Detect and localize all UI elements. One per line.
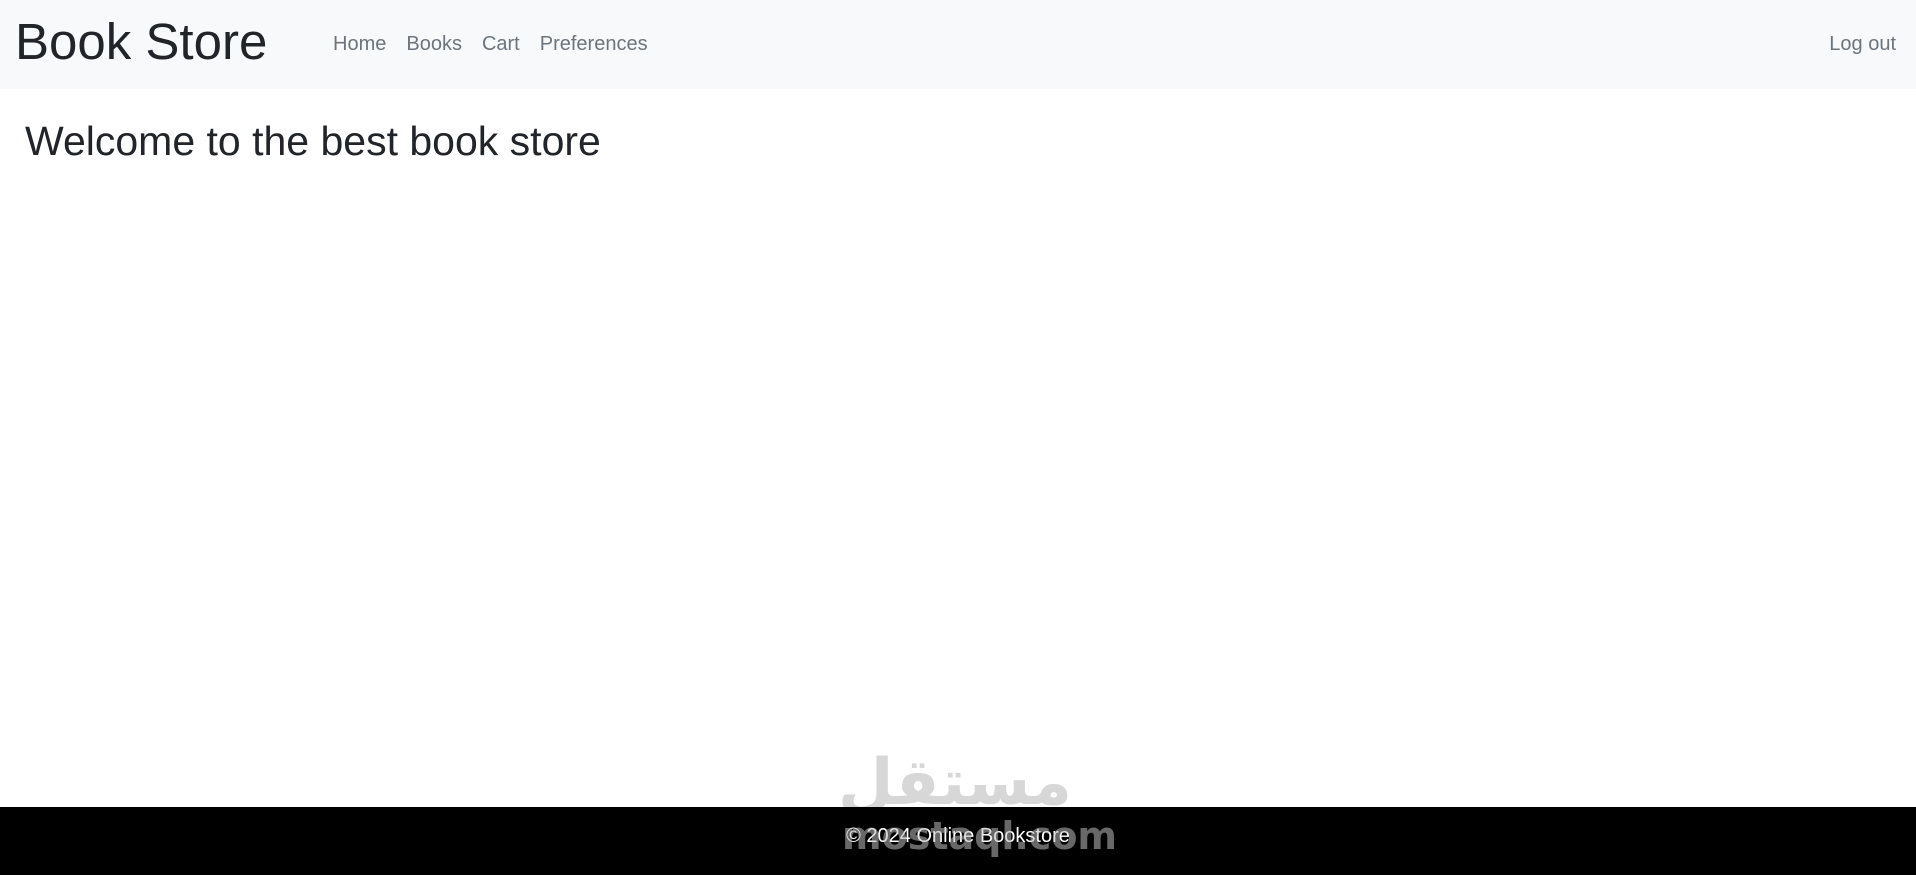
- top-navbar: Book Store Home Books Cart Preferences L…: [0, 0, 1916, 89]
- footer: © 2024 Online Bookstore: [0, 807, 1916, 875]
- page-title: Welcome to the best book store: [25, 118, 601, 164]
- nav-link-preferences[interactable]: Preferences: [540, 30, 648, 58]
- brand-link[interactable]: Book Store: [15, 11, 267, 73]
- nav-link-cart[interactable]: Cart: [482, 30, 520, 58]
- nav-links: Home Books Cart Preferences: [333, 30, 648, 58]
- logout-link[interactable]: Log out: [1829, 30, 1896, 58]
- footer-copyright: © 2024 Online Bookstore: [846, 825, 1070, 847]
- page: Book Store Home Books Cart Preferences L…: [0, 0, 1916, 875]
- nav-link-books[interactable]: Books: [406, 30, 462, 58]
- nav-link-home[interactable]: Home: [333, 30, 386, 58]
